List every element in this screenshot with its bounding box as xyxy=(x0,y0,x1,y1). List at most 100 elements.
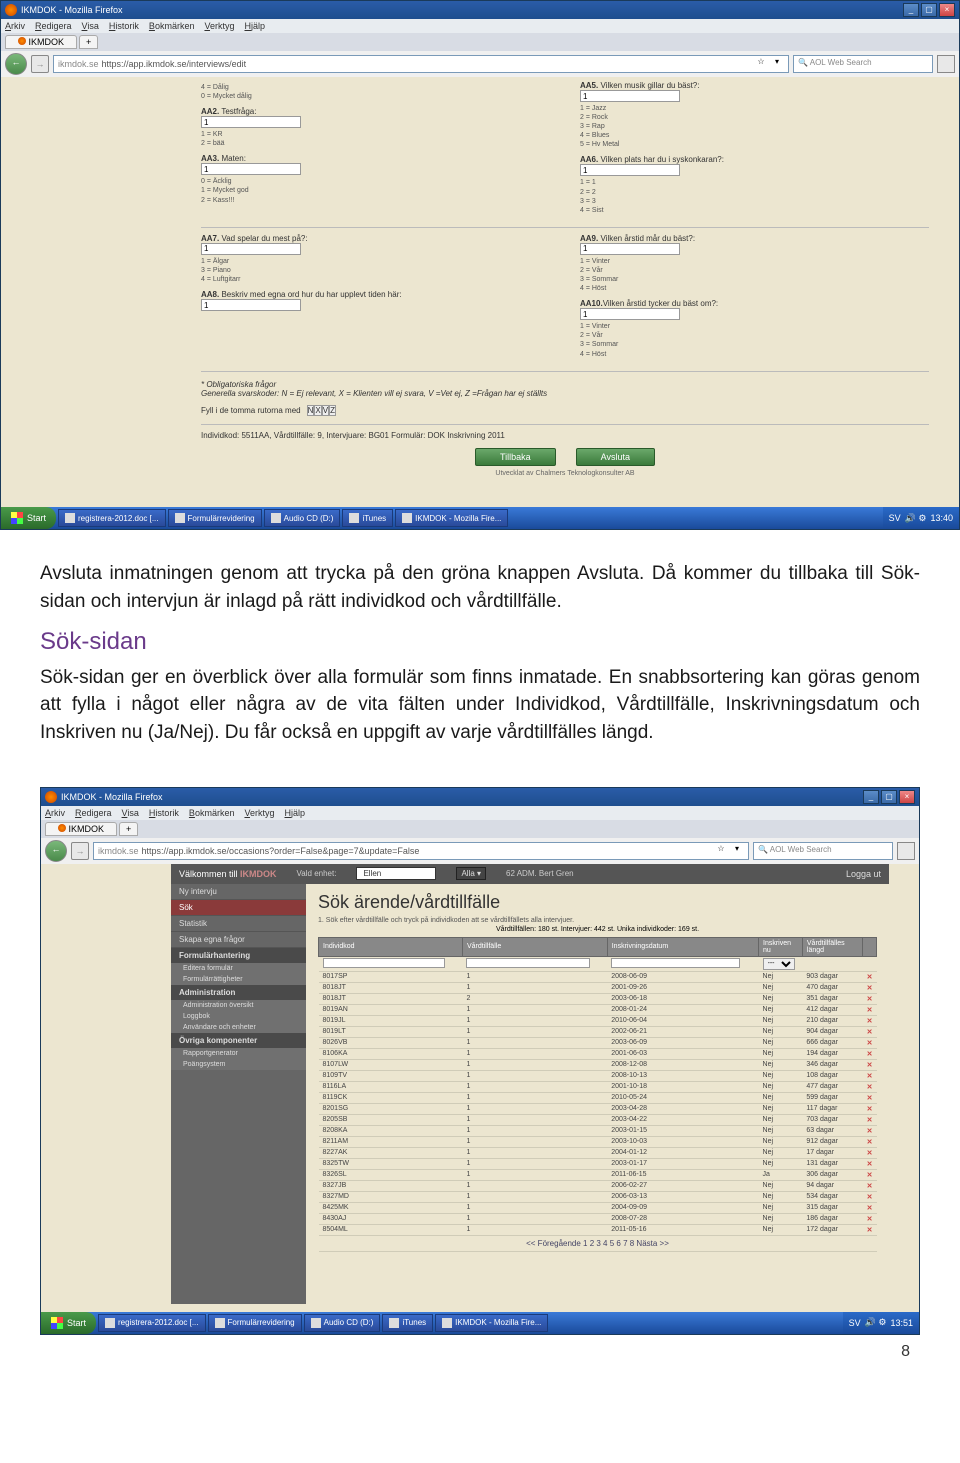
menu-historik[interactable]: Historik xyxy=(149,808,179,818)
table-row[interactable]: 8208KA12003-01-15Nej63 dagar✕ xyxy=(319,1125,877,1136)
back-button-form[interactable]: Tillbaka xyxy=(475,448,556,466)
taskbar-item[interactable]: Audio CD (D:) xyxy=(264,509,341,527)
delete-icon[interactable]: ✕ xyxy=(863,1158,877,1169)
delete-icon[interactable]: ✕ xyxy=(863,1180,877,1191)
search-bar[interactable]: 🔍 AOL Web Search xyxy=(793,55,933,73)
taskbar-item[interactable]: iTunes xyxy=(342,509,393,527)
sidebar-sub-item[interactable]: Administration översikt xyxy=(171,1000,306,1011)
taskbar-item[interactable]: IKMDOK - Mozilla Fire... xyxy=(435,1314,548,1332)
back-button[interactable]: ← xyxy=(45,840,67,862)
filter-input-0[interactable] xyxy=(323,958,445,968)
table-row[interactable]: 8019LT12002-06-21Nej904 dagar✕ xyxy=(319,1026,877,1037)
forward-button[interactable]: → xyxy=(71,842,89,860)
minimize-button[interactable]: _ xyxy=(903,3,919,17)
table-row[interactable]: 8325TW12003-01-17Nej131 dagar✕ xyxy=(319,1158,877,1169)
home-button[interactable] xyxy=(897,842,915,860)
table-row[interactable]: 8327JB12006-02-27Nej94 dagar✕ xyxy=(319,1180,877,1191)
delete-icon[interactable]: ✕ xyxy=(863,1191,877,1202)
aa10-input[interactable] xyxy=(580,308,680,320)
table-header[interactable]: Individkod xyxy=(319,937,463,956)
table-pager[interactable]: << Föregående 1 2 3 4 5 6 7 8 Nästa >> xyxy=(319,1235,877,1251)
menu-historik[interactable]: Historik xyxy=(109,21,139,31)
aa8-input[interactable] xyxy=(201,299,301,311)
new-tab-button[interactable]: + xyxy=(119,822,138,836)
menu-visa[interactable]: Visa xyxy=(82,21,99,31)
maximize-button[interactable]: ▢ xyxy=(921,3,937,17)
delete-icon[interactable]: ✕ xyxy=(863,1169,877,1180)
taskbar-item[interactable]: IKMDOK - Mozilla Fire... xyxy=(395,509,508,527)
filter-input-2[interactable] xyxy=(611,958,740,968)
delete-icon[interactable]: ✕ xyxy=(863,1136,877,1147)
table-row[interactable]: 8205SB12003-04-22Nej703 dagar✕ xyxy=(319,1114,877,1125)
taskbar-item[interactable]: Audio CD (D:) xyxy=(304,1314,381,1332)
sidebar-sub-item[interactable]: Användare och enheter xyxy=(171,1022,306,1033)
sidebar-item-statistik[interactable]: Statistik xyxy=(171,916,306,932)
aa6-input[interactable] xyxy=(580,164,680,176)
table-row[interactable]: 8106KA12001-06-03Nej194 dagar✕ xyxy=(319,1048,877,1059)
menu-bokmärken[interactable]: Bokmärken xyxy=(149,21,195,31)
url-bar[interactable]: ikmdok.se https://app.ikmdok.se/intervie… xyxy=(53,55,789,73)
sidebar-sub-item[interactable]: Poängsystem xyxy=(171,1059,306,1070)
table-header[interactable]: Vårdtillfälle xyxy=(462,937,607,956)
delete-icon[interactable]: ✕ xyxy=(863,1103,877,1114)
taskbar-item[interactable]: Formulärrevidering xyxy=(168,509,262,527)
menu-arkiv[interactable]: Arkiv xyxy=(5,21,25,31)
sidebar-item-sök[interactable]: Sök xyxy=(171,900,306,916)
aa7-input[interactable] xyxy=(201,243,301,255)
table-row[interactable]: 8109TV12008-10-13Nej108 dagar✕ xyxy=(319,1070,877,1081)
table-row[interactable]: 8018JT22003-06-18Nej351 dagar✕ xyxy=(319,993,877,1004)
search-bar[interactable]: 🔍 AOL Web Search xyxy=(753,842,893,860)
home-button[interactable] xyxy=(937,55,955,73)
delete-icon[interactable]: ✕ xyxy=(863,982,877,993)
delete-icon[interactable]: ✕ xyxy=(863,1048,877,1059)
taskbar-item[interactable]: registrera-2012.doc [... xyxy=(98,1314,205,1332)
aa9-input[interactable] xyxy=(580,243,680,255)
aa5-input[interactable] xyxy=(580,90,680,102)
tray-lang[interactable]: SV xyxy=(889,513,901,523)
table-row[interactable]: 8201SG12003-04-28Nej117 dagar✕ xyxy=(319,1103,877,1114)
delete-icon[interactable]: ✕ xyxy=(863,993,877,1004)
menu-hjälp[interactable]: Hjälp xyxy=(244,21,265,31)
url-bar[interactable]: ikmdok.se https://app.ikmdok.se/occasion… xyxy=(93,842,749,860)
table-row[interactable]: 8425MK12004-09-09Nej315 dagar✕ xyxy=(319,1202,877,1213)
delete-icon[interactable]: ✕ xyxy=(863,1004,877,1015)
aa2-input[interactable] xyxy=(201,116,301,128)
tab-ikmdok[interactable]: IKMDOK xyxy=(45,822,117,836)
table-header[interactable]: Inskriven nu xyxy=(759,937,803,956)
delete-icon[interactable]: ✕ xyxy=(863,1147,877,1158)
delete-icon[interactable]: ✕ xyxy=(863,1092,877,1103)
aa3-input[interactable] xyxy=(201,163,301,175)
table-row[interactable]: 8026VB12003-06-09Nej666 dagar✕ xyxy=(319,1037,877,1048)
new-tab-button[interactable]: + xyxy=(79,35,98,49)
table-row[interactable]: 8107LW12008-12-08Nej346 dagar✕ xyxy=(319,1059,877,1070)
sidebar-sub-item[interactable]: Loggbok xyxy=(171,1011,306,1022)
delete-icon[interactable]: ✕ xyxy=(863,1015,877,1026)
sidebar-sub-item[interactable]: Formulärrättigheter xyxy=(171,974,306,985)
table-row[interactable]: 8019JL12010-06-04Nej210 dagar✕ xyxy=(319,1015,877,1026)
fill-x-button[interactable]: X xyxy=(314,405,321,416)
maximize-button[interactable]: ▢ xyxy=(881,790,897,804)
tab-ikmdok[interactable]: IKMDOK xyxy=(5,35,77,49)
table-row[interactable]: 8017SP12008-06-09Nej903 dagar✕ xyxy=(319,971,877,982)
close-button[interactable]: × xyxy=(899,790,915,804)
delete-icon[interactable]: ✕ xyxy=(863,1037,877,1048)
menu-redigera[interactable]: Redigera xyxy=(35,21,72,31)
menu-verktyg[interactable]: Verktyg xyxy=(244,808,274,818)
menu-visa[interactable]: Visa xyxy=(122,808,139,818)
start-button[interactable]: Start xyxy=(41,1312,96,1334)
start-button[interactable]: Start xyxy=(1,507,56,529)
delete-icon[interactable]: ✕ xyxy=(863,1125,877,1136)
table-row[interactable]: 8504ML12011-05-16Nej172 dagar✕ xyxy=(319,1224,877,1235)
sidebar-item-skapa-egna-frågor[interactable]: Skapa egna frågor xyxy=(171,932,306,948)
menu-verktyg[interactable]: Verktyg xyxy=(204,21,234,31)
delete-icon[interactable]: ✕ xyxy=(863,1070,877,1081)
logout-link[interactable]: Logga ut xyxy=(846,869,881,879)
tray-lang[interactable]: SV xyxy=(849,1318,861,1328)
menu-arkiv[interactable]: Arkiv xyxy=(45,808,65,818)
forward-button[interactable]: → xyxy=(31,55,49,73)
delete-icon[interactable]: ✕ xyxy=(863,971,877,982)
table-row[interactable]: 8116LA12001-10-18Nej477 dagar✕ xyxy=(319,1081,877,1092)
taskbar-item[interactable]: registrera-2012.doc [... xyxy=(58,509,165,527)
menu-bokmärken[interactable]: Bokmärken xyxy=(189,808,235,818)
delete-icon[interactable]: ✕ xyxy=(863,1026,877,1037)
